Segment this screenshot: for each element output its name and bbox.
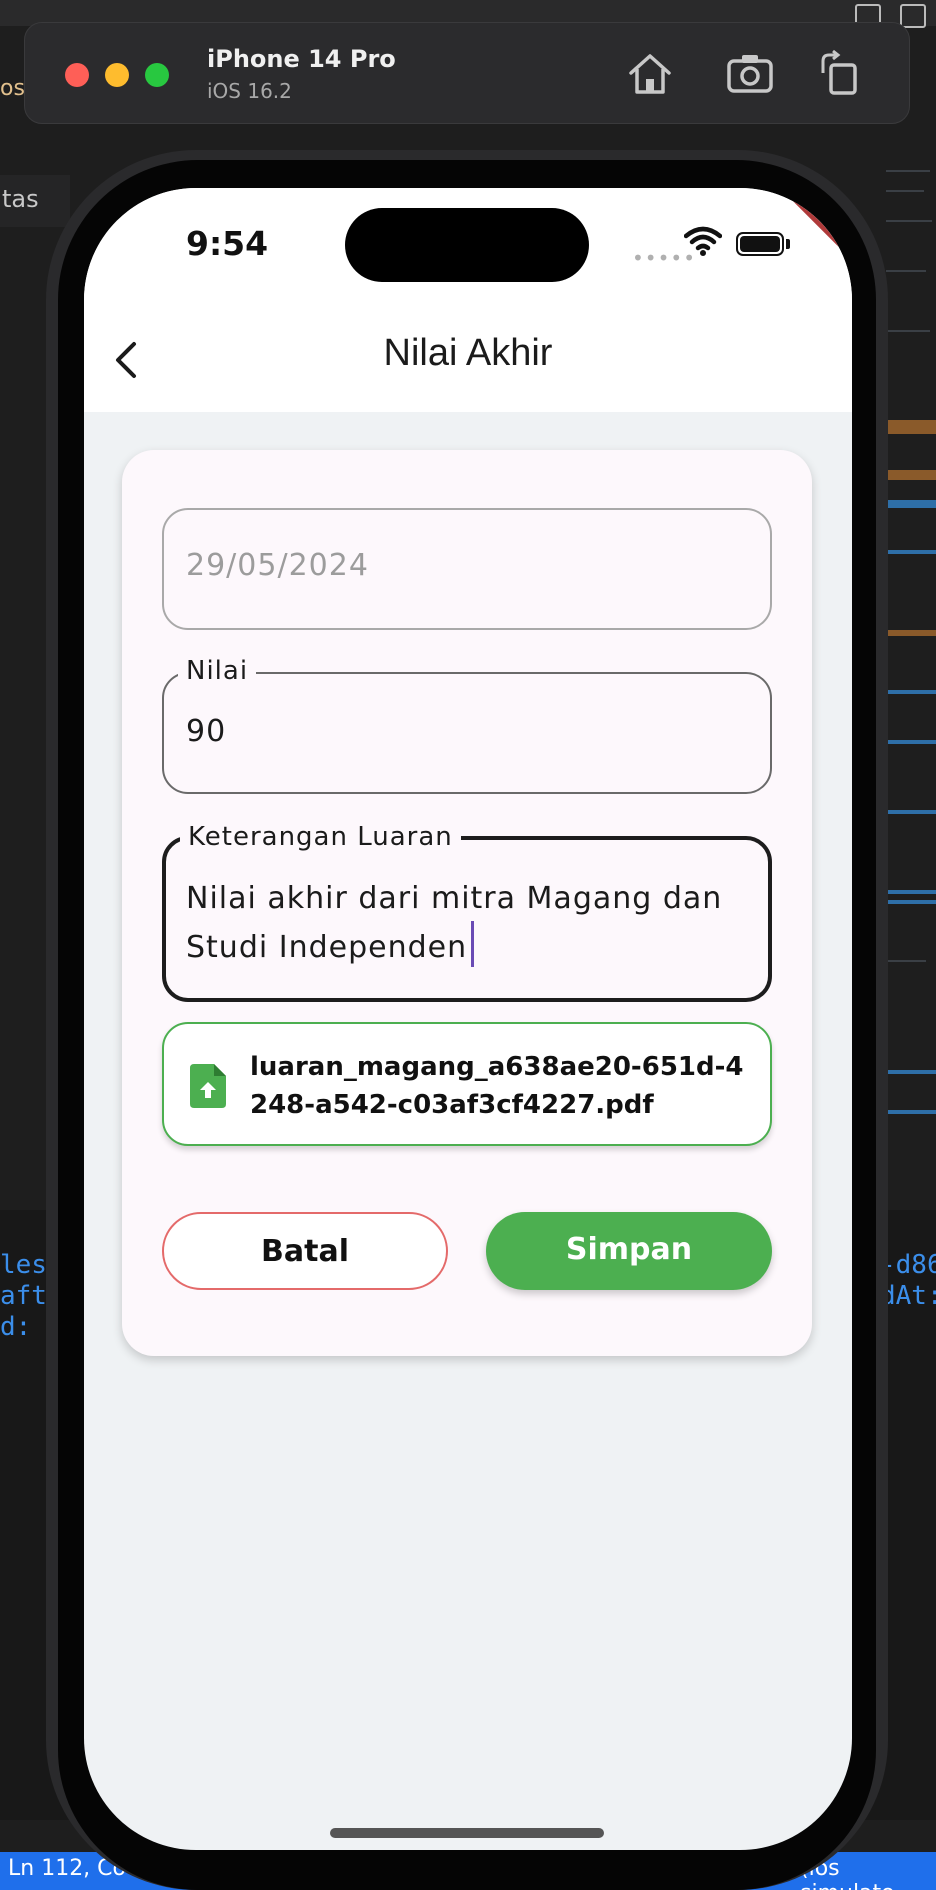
rotate-icon[interactable]	[815, 49, 865, 99]
editor-left-label: os	[0, 76, 25, 101]
ios-status-bar: 9:54 ••••• DEBUG	[84, 188, 852, 308]
cancel-button[interactable]: Batal	[162, 1212, 448, 1290]
dynamic-island	[345, 208, 589, 282]
simulator-title-bar: iPhone 14 Pro iOS 16.2	[24, 22, 910, 124]
file-upload-box[interactable]: luaran_magang_a638ae20-651d-4248-a542-c0…	[162, 1022, 772, 1146]
screenshot-icon[interactable]	[725, 49, 775, 99]
home-icon[interactable]	[625, 49, 675, 99]
save-button[interactable]: Simpan	[486, 1212, 772, 1290]
nilai-value: 90	[186, 714, 227, 749]
app-bar: Nilai Akhir	[84, 308, 852, 412]
maximize-icon[interactable]	[900, 4, 926, 28]
home-indicator[interactable]	[330, 1828, 604, 1838]
status-time: 9:54	[186, 224, 269, 263]
text-caret	[471, 921, 475, 967]
zoom-window-button[interactable]	[145, 63, 169, 87]
page-title: Nilai Akhir	[383, 332, 553, 374]
close-window-button[interactable]	[65, 63, 89, 87]
code-minimap	[880, 130, 936, 1210]
keterangan-label: Keterangan Luaran	[180, 818, 461, 856]
minimize-window-button[interactable]	[105, 63, 129, 87]
keterangan-value: Nilai akhir dari mitra Magang dan Studi …	[186, 881, 723, 965]
editor-tab[interactable]: tas	[0, 175, 70, 227]
date-value: 29/05/2024	[186, 548, 369, 583]
terminal-line: -d86	[880, 1250, 936, 1280]
keterangan-field[interactable]: Keterangan Luaran Nilai akhir dari mitra…	[162, 818, 772, 1002]
date-field[interactable]: 29/05/2024	[162, 508, 772, 630]
device-name: iPhone 14 Pro	[207, 45, 396, 73]
file-name: luaran_magang_a638ae20-651d-4248-a542-c0…	[250, 1052, 744, 1120]
terminal-line: dAt:	[880, 1281, 936, 1311]
battery-icon	[736, 232, 784, 256]
nilai-field[interactable]: Nilai 90	[162, 652, 772, 794]
phone-screen: 9:54 ••••• DEBUG Nilai Akhir 29/05/2024	[84, 188, 852, 1850]
wifi-icon	[683, 226, 723, 260]
form-card: 29/05/2024 Nilai 90 Keterangan Luaran Ni…	[122, 450, 812, 1356]
file-upload-icon	[190, 1064, 226, 1112]
nilai-label: Nilai	[178, 652, 257, 690]
os-version: iOS 16.2	[207, 79, 292, 103]
